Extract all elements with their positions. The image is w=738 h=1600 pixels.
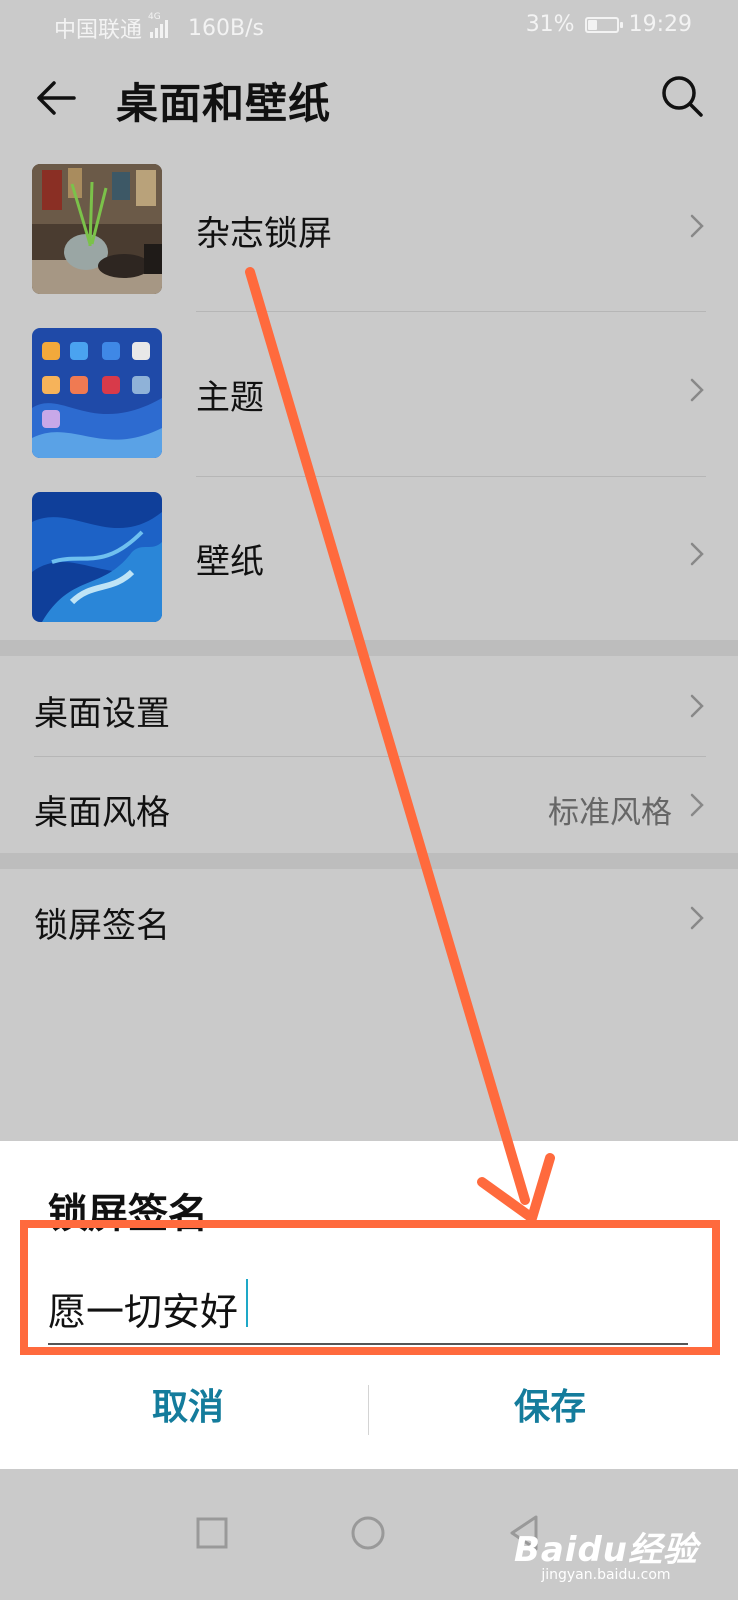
list-item-magazine-lockscreen[interactable]: 杂志锁屏 [0,160,738,300]
chevron-right-icon [690,214,704,238]
divider [196,476,706,477]
app-header: 桌面和壁纸 [0,52,738,148]
list-item-label: 桌面设置 [34,694,170,734]
status-left: 中国联通 4G 160B/s [54,12,264,44]
list-item-desktop-settings[interactable]: 桌面设置 [0,656,738,756]
highlight-box [20,1220,720,1355]
status-right: 31% 19:29 [526,12,692,37]
theme-thumbnail [32,328,162,458]
square-icon[interactable] [190,1511,234,1555]
divider [196,311,706,312]
battery-icon [584,16,623,33]
search-icon[interactable] [658,72,708,122]
magazine-lockscreen-thumbnail [32,164,162,294]
list-item-label: 杂志锁屏 [196,214,332,254]
chevron-right-icon [690,793,704,817]
network-speed-label: 160B/s [188,15,264,41]
circle-icon[interactable] [346,1511,390,1555]
button-separator [368,1385,369,1435]
carrier-label: 中国联通 [54,18,143,43]
wallpaper-thumbnail [32,492,162,622]
chevron-right-icon [690,694,704,718]
cancel-button[interactable]: 取消 [8,1373,368,1443]
list-item-label: 锁屏签名 [34,906,170,946]
list-item-wallpaper[interactable]: 壁纸 [0,484,738,624]
status-bar: 中国联通 4G 160B/s 31% 19:29 [0,0,738,52]
page-title: 桌面和壁纸 [116,79,332,128]
list-item-desktop-style[interactable]: 桌面风格 标准风格 [0,757,738,853]
watermark-url: jingyan.baidu.com [541,1567,671,1583]
list-item-label: 桌面风格 [34,793,170,833]
baidu-watermark: Baidu经验 jingyan.baidu.com [514,1522,698,1583]
signal-icon: 4G [148,12,169,38]
list-item-theme[interactable]: 主题 [0,320,738,460]
list-item-label: 主题 [196,378,264,418]
clock-label: 19:29 [628,12,692,37]
network-type-label: 4G [148,12,161,22]
back-arrow-icon[interactable] [32,74,80,122]
section-divider [0,853,738,869]
chevron-right-icon [690,542,704,566]
chevron-right-icon [690,378,704,402]
section-divider [0,640,738,656]
watermark-logo: Baidu经验 [513,1530,698,1570]
desktop-style-value: 标准风格 [548,795,672,831]
save-button[interactable]: 保存 [370,1373,730,1443]
battery-percent-label: 31% [525,12,575,37]
list-item-lockscreen-signature[interactable]: 锁屏签名 [0,870,738,970]
chevron-right-icon [690,906,704,930]
list-item-label: 壁纸 [196,542,264,582]
